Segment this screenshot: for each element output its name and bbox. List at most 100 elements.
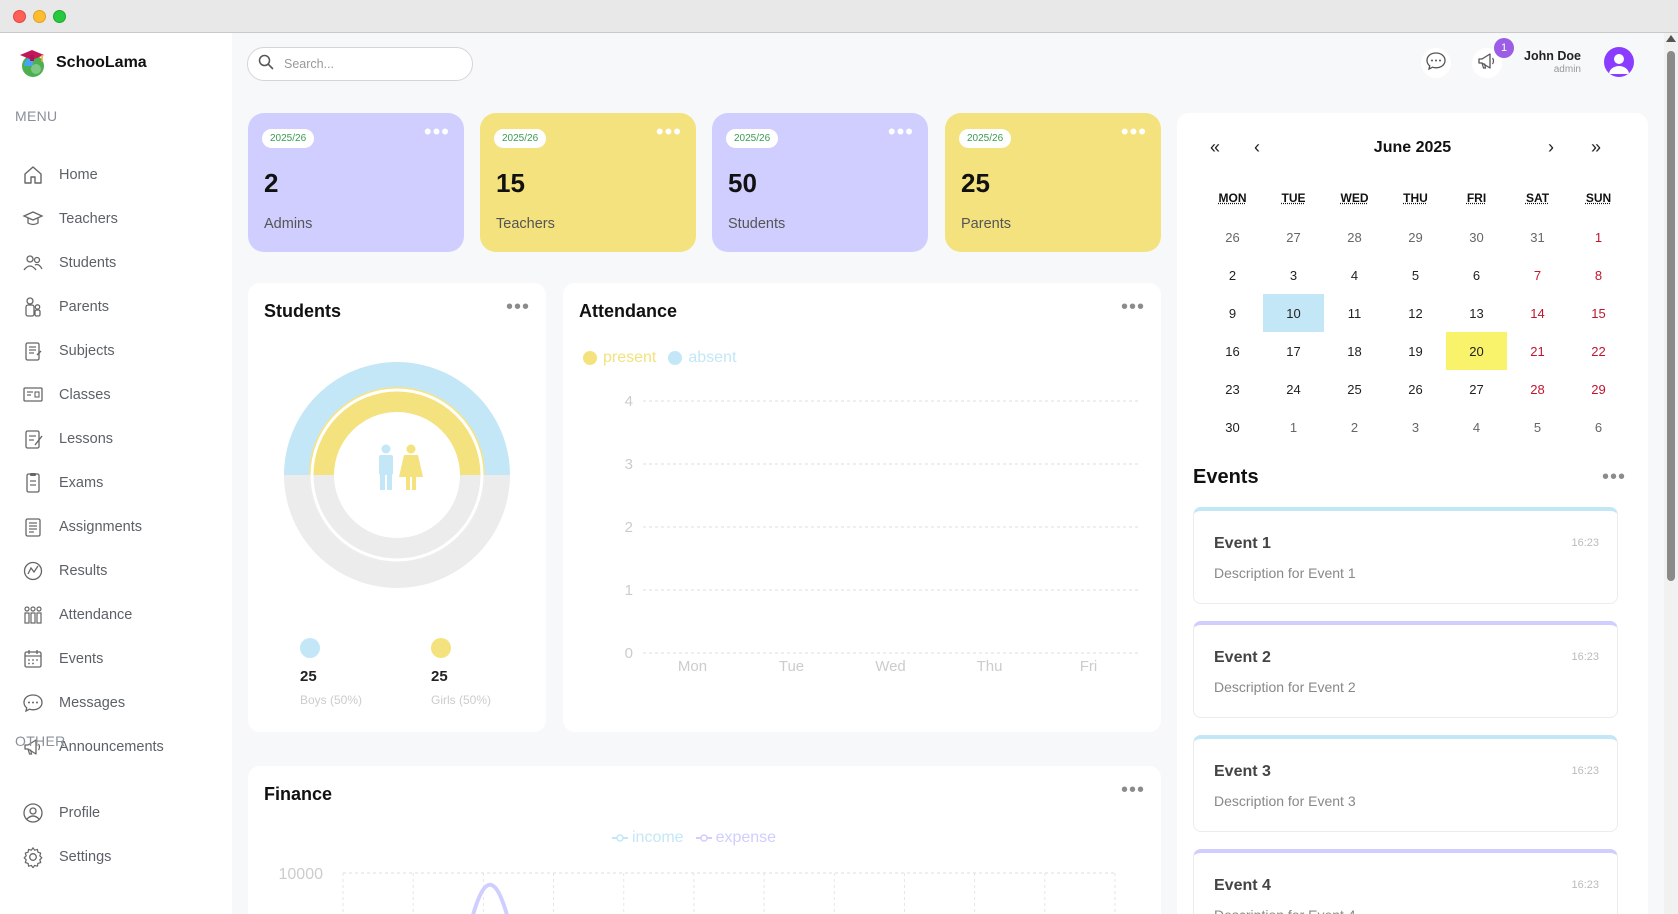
calendar-day[interactable]: 3 xyxy=(1263,256,1324,294)
events-more-button[interactable]: ••• xyxy=(1602,471,1626,483)
calendar-day[interactable]: 19 xyxy=(1385,332,1446,370)
event-card[interactable]: Event 3 16:23 Description for Event 3 xyxy=(1193,735,1618,832)
sidebar-item-exams[interactable]: Exams xyxy=(22,468,222,498)
calendar-day[interactable]: 30 xyxy=(1446,218,1507,256)
sidebar-item-settings[interactable]: Settings xyxy=(22,842,222,872)
calendar-day[interactable]: 13 xyxy=(1446,294,1507,332)
finance-more-button[interactable]: ••• xyxy=(1121,784,1145,796)
boys-count: 25 xyxy=(300,668,317,685)
search-bar[interactable] xyxy=(247,47,473,81)
calendar-day[interactable]: 4 xyxy=(1324,256,1385,294)
calendar-day[interactable]: 27 xyxy=(1446,370,1507,408)
calendar-day[interactable]: 24 xyxy=(1263,370,1324,408)
calendar-day[interactable]: 8 xyxy=(1568,256,1629,294)
stat-card-students: 2025/26 ••• 50 Students xyxy=(712,113,928,252)
calendar-day[interactable]: 29 xyxy=(1568,370,1629,408)
maximize-window-button[interactable] xyxy=(53,10,66,23)
scroll-up-arrow[interactable] xyxy=(1666,35,1676,42)
next-month-button[interactable]: › xyxy=(1548,137,1554,158)
more-icon[interactable]: ••• xyxy=(1121,127,1147,137)
messages-button[interactable] xyxy=(1421,48,1451,78)
present-legend-dot xyxy=(583,351,597,365)
attendance-more-button[interactable]: ••• xyxy=(1121,301,1145,313)
expense-legend-marker xyxy=(696,833,712,843)
event-card[interactable]: Event 2 16:23 Description for Event 2 xyxy=(1193,621,1618,718)
teacher-icon xyxy=(22,208,44,230)
calendar-day[interactable]: 18 xyxy=(1324,332,1385,370)
sidebar-item-label: Subjects xyxy=(59,343,115,359)
calendar-day[interactable]: 5 xyxy=(1385,256,1446,294)
calendar-day[interactable]: 14 xyxy=(1507,294,1568,332)
calendar-day[interactable]: 27 xyxy=(1263,218,1324,256)
calendar-day[interactable]: 3 xyxy=(1385,408,1446,446)
calendar-day[interactable]: 1 xyxy=(1568,218,1629,256)
scrollbar-thumb[interactable] xyxy=(1667,51,1675,581)
sidebar-item-students[interactable]: Students xyxy=(22,248,222,278)
attendance-bar-chart: 01234Mon Tue Wed Thu Fri xyxy=(563,383,1161,683)
calendar-day[interactable]: 6 xyxy=(1446,256,1507,294)
calendar-day[interactable]: 9 xyxy=(1202,294,1263,332)
sidebar-item-messages[interactable]: Messages xyxy=(22,688,222,718)
minimize-window-button[interactable] xyxy=(33,10,46,23)
sidebar-item-assignments[interactable]: Assignments xyxy=(22,512,222,542)
sidebar-item-events[interactable]: Events xyxy=(22,644,222,674)
calendar-day[interactable]: 26 xyxy=(1385,370,1446,408)
calendar-day[interactable]: 11 xyxy=(1324,294,1385,332)
calendar-day[interactable]: 2 xyxy=(1324,408,1385,446)
calendar-day[interactable]: 5 xyxy=(1507,408,1568,446)
calendar-day[interactable]: 7 xyxy=(1507,256,1568,294)
sidebar-item-classes[interactable]: Classes xyxy=(22,380,222,410)
calendar-day[interactable]: 20 xyxy=(1446,332,1507,370)
y-tick-label: 1 xyxy=(625,582,633,599)
calendar-day[interactable]: 16 xyxy=(1202,332,1263,370)
calendar-day[interactable]: 30 xyxy=(1202,408,1263,446)
calendar-day[interactable]: 21 xyxy=(1507,332,1568,370)
calendar-day[interactable]: 29 xyxy=(1385,218,1446,256)
calendar-day[interactable]: 15 xyxy=(1568,294,1629,332)
sidebar-item-parents[interactable]: Parents xyxy=(22,292,222,322)
sidebar-item-results[interactable]: Results xyxy=(22,556,222,586)
page-scrollbar[interactable] xyxy=(1664,33,1678,914)
sidebar-item-label: Announcements xyxy=(59,739,164,755)
next-year-button[interactable]: » xyxy=(1591,137,1601,158)
calendar-day[interactable]: 17 xyxy=(1263,332,1324,370)
calendar-day[interactable]: 1 xyxy=(1263,408,1324,446)
more-icon[interactable]: ••• xyxy=(888,127,914,137)
sidebar-item-teachers[interactable]: Teachers xyxy=(22,204,222,234)
sidebar-item-home[interactable]: Home xyxy=(22,160,222,190)
calendar-day[interactable]: 31 xyxy=(1507,218,1568,256)
parent-icon xyxy=(22,296,44,318)
sidebar-item-attendance[interactable]: Attendance xyxy=(22,600,222,630)
weekday-header: FRI xyxy=(1446,191,1507,205)
event-card[interactable]: Event 1 16:23 Description for Event 1 xyxy=(1193,507,1618,604)
stat-value: 2 xyxy=(264,168,278,199)
sidebar-item-profile[interactable]: Profile xyxy=(22,798,222,828)
calendar-day[interactable]: 22 xyxy=(1568,332,1629,370)
search-input[interactable] xyxy=(284,57,454,71)
more-icon[interactable]: ••• xyxy=(424,127,450,137)
calendar-day[interactable]: 28 xyxy=(1324,218,1385,256)
logo[interactable]: SchooLama xyxy=(16,47,147,79)
y-tick-label: 10000 xyxy=(279,866,324,883)
event-title: Event 4 xyxy=(1214,877,1271,895)
more-icon[interactable]: ••• xyxy=(656,127,682,137)
students-more-button[interactable]: ••• xyxy=(506,301,530,313)
calendar-day[interactable]: 2 xyxy=(1202,256,1263,294)
sidebar-item-subjects[interactable]: Subjects xyxy=(22,336,222,366)
calendar-day[interactable]: 4 xyxy=(1446,408,1507,446)
event-card[interactable]: Event 4 16:23 Description for Event 4 xyxy=(1193,849,1618,914)
calendar-day[interactable]: 25 xyxy=(1324,370,1385,408)
calendar-day[interactable]: 28 xyxy=(1507,370,1568,408)
calendar-day[interactable]: 23 xyxy=(1202,370,1263,408)
calendar-day[interactable]: 26 xyxy=(1202,218,1263,256)
settings-icon xyxy=(22,846,44,868)
close-window-button[interactable] xyxy=(13,10,26,23)
calendar-day[interactable]: 12 xyxy=(1385,294,1446,332)
sidebar-item-label: Events xyxy=(59,651,103,667)
sidebar-item-lessons[interactable]: Lessons xyxy=(22,424,222,454)
stat-label: Admins xyxy=(264,216,312,232)
calendar-day[interactable]: 10 xyxy=(1263,294,1324,332)
income-legend-label: income xyxy=(632,829,684,847)
avatar[interactable] xyxy=(1604,47,1634,77)
calendar-day[interactable]: 6 xyxy=(1568,408,1629,446)
